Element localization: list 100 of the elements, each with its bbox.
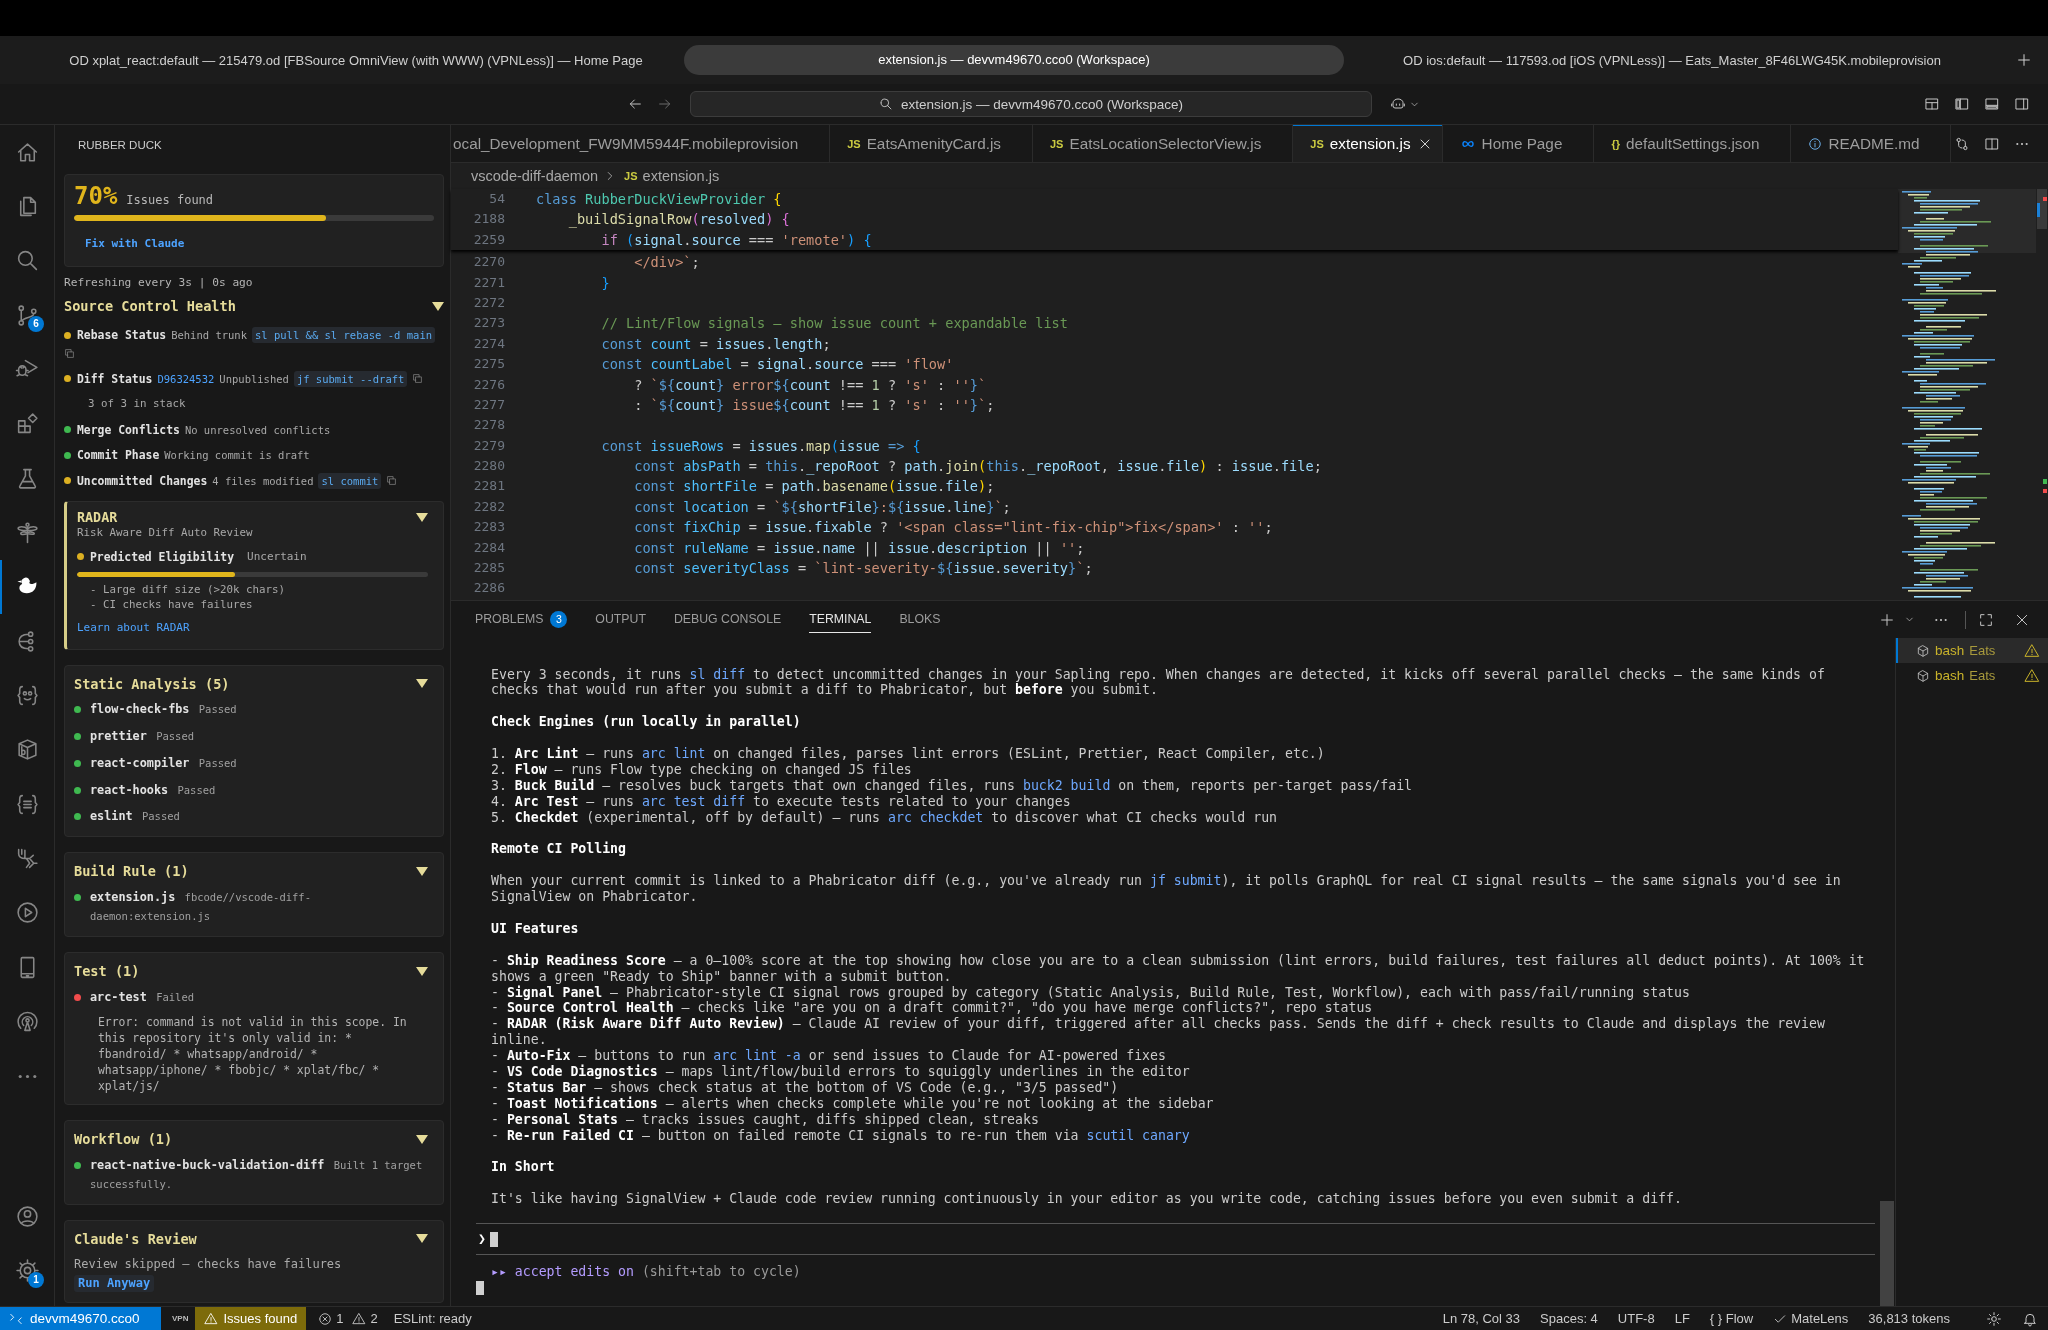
- panel-tab[interactable]: PROBLEMS 3: [475, 606, 568, 633]
- line-number: 2271: [472, 273, 505, 292]
- copy-icon[interactable]: [64, 347, 75, 359]
- account-icon[interactable]: [14, 1204, 40, 1229]
- secondary-sidebar-icon[interactable]: [2014, 96, 2030, 112]
- check-detail: Behind trunk: [171, 328, 247, 343]
- diff-link[interactable]: D96324532: [157, 369, 215, 388]
- line-ending-setting[interactable]: LF: [1674, 1311, 1690, 1326]
- line-number: 2274: [472, 334, 505, 353]
- editor-tab[interactable]: README.md: [1791, 125, 1952, 162]
- browser-tab[interactable]: OD ios:default — 117593.od [iOS (VPNLess)] — Eats_Master_8F46LWG45K.mobileprovision: [1344, 52, 2000, 68]
- line-number: 2272: [472, 293, 505, 312]
- layout-icon[interactable]: [1924, 96, 1940, 112]
- panel-tab[interactable]: OUTPUT: [595, 606, 646, 633]
- terminal-text: When your current commit is linked to a Phabricator diff (e.g., you've already run jf submit), it polls GraphQL for real CI signal results — the same signals you'd see in SignalView on Phabricator.: [491, 873, 1842, 906]
- plus-icon[interactable]: [2016, 52, 2032, 68]
- command-center[interactable]: extension.js — devvm49670.cco0 (Workspace): [690, 91, 1372, 117]
- split-editor-icon[interactable]: [1984, 135, 2000, 152]
- command-chip: sl pull && sl rebase -d main: [252, 327, 436, 343]
- copy-icon[interactable]: [386, 475, 398, 486]
- text-cursor: [489, 1231, 498, 1247]
- code-line: const countLabel = signal.source === 'flow': [600, 355, 954, 375]
- check-label: Diff Status: [77, 370, 153, 388]
- editor-tab[interactable]: {} defaultSettings.json: [1594, 125, 1792, 162]
- panel-tab[interactable]: DEBUG CONSOLE: [673, 606, 782, 633]
- check-label: Uncommitted Changes: [77, 472, 208, 490]
- line-number: 2259: [472, 230, 505, 249]
- line-number: 2283: [472, 518, 505, 537]
- caret-icon[interactable]: [416, 1134, 428, 1144]
- info-icon: [1808, 136, 1823, 151]
- file-type-label: JS: [624, 170, 638, 182]
- encoding-setting[interactable]: UTF-8: [1617, 1311, 1655, 1326]
- caret-icon[interactable]: [416, 867, 428, 876]
- signal-text: react-hooks Passed: [90, 781, 216, 799]
- cursor-position[interactable]: Ln 78, Col 33: [1442, 1311, 1520, 1326]
- linter-status[interactable]: ESLint: ready: [393, 1311, 472, 1326]
- editor-tab[interactable]: Home Page: [1442, 125, 1595, 162]
- sun-icon[interactable]: [1986, 1310, 2002, 1327]
- breadcrumb-file[interactable]: extension.js: [642, 168, 720, 184]
- panel-tab[interactable]: TERMINAL: [809, 606, 872, 633]
- back-arrow-icon[interactable]: [627, 96, 643, 112]
- sidebar-toggle-icon[interactable]: [1954, 96, 1970, 112]
- signal-text: extension.js fbcode//vscode-diff-daemon:extension.js: [90, 889, 312, 925]
- browser-tab[interactable]: extension.js — devvm49670.cco0 (Workspace): [684, 45, 1344, 75]
- editor-tab[interactable]: ocal_Development_FW9MM5944F.mobileprovision: [451, 125, 831, 162]
- remote-indicator[interactable]: devvm49670.cco0: [0, 1307, 161, 1330]
- line-number: 2277: [472, 395, 505, 414]
- caret-icon[interactable]: [416, 1234, 428, 1244]
- line-number: 2270: [472, 253, 505, 272]
- terminal-list-item: 4. Arc Test — runs arc test diff to execute tests related to your changes: [491, 793, 1072, 810]
- learn-more-link[interactable]: Learn about RADAR: [77, 620, 190, 634]
- issues-button[interactable]: Issues found: [195, 1307, 307, 1330]
- browser-tab[interactable]: OD xplat_react:default — 215479.od [FBSource OmniView (with WWW) (VPNLess)] — Home Page: [28, 52, 684, 68]
- line-number: 2276: [472, 375, 505, 394]
- signal-text: react-compiler Passed: [90, 754, 237, 772]
- check-label: Merge Conflicts: [77, 421, 180, 439]
- code-line: ? `${count} error${count !== 1 ? 's' : ''}`: [633, 375, 987, 395]
- terminal-session[interactable]: bash Eats: [1896, 663, 2048, 688]
- stack-note: 3 of 3 in stack: [88, 396, 187, 412]
- caret-icon[interactable]: [432, 301, 444, 311]
- copy-icon[interactable]: [412, 373, 424, 384]
- compare-icon[interactable]: [1954, 135, 1970, 152]
- panel-toggle-icon[interactable]: [1984, 96, 2000, 112]
- caret-icon[interactable]: [416, 513, 428, 522]
- terminal-heading: In Short: [491, 1159, 556, 1176]
- panel-tab[interactable]: BLOKS: [899, 606, 941, 633]
- code-minimap[interactable]: [1898, 189, 2036, 600]
- plus-icon[interactable]: [1879, 611, 1895, 628]
- run-anyway-button[interactable]: Run Anyway: [74, 1274, 155, 1292]
- caret-icon[interactable]: [416, 679, 428, 688]
- fix-button[interactable]: Fix with Claude: [85, 233, 185, 253]
- code-line: }: [600, 273, 610, 293]
- line-number: 2281: [472, 477, 505, 496]
- check-label: Commit Phase: [77, 447, 160, 464]
- scrollbar-thumb[interactable]: [1880, 1201, 1894, 1306]
- indentation-setting[interactable]: Spaces: 4: [1540, 1311, 1598, 1326]
- warning-icon: [204, 1311, 219, 1326]
- terminal-session[interactable]: bash Eats: [1896, 638, 2048, 663]
- breadcrumb-folder[interactable]: vscode-diff-daemon: [471, 168, 599, 184]
- dragonfly-icon[interactable]: [14, 520, 40, 546]
- language-mode[interactable]: { } Flow: [1709, 1311, 1754, 1326]
- editor-tab[interactable]: JS extension.js: [1293, 125, 1443, 162]
- command-chip: jf submit --draft: [293, 370, 408, 387]
- problems-button[interactable]: 1 2: [318, 1311, 378, 1326]
- prompt-input[interactable]: ❯: [476, 1223, 1875, 1256]
- reviewer-status[interactable]: MateLens: [1773, 1311, 1849, 1326]
- code-line: class RubberDuckViewProvider {: [536, 190, 782, 209]
- refresh-status: Refreshing every 3s | 0s ago: [64, 275, 254, 291]
- caret-icon[interactable]: [416, 966, 428, 976]
- terminal-list-item: - Source Control Health — checks like "are you on a draft commit?", "do you have merge conflicts?", repo status: [491, 1000, 1374, 1016]
- group-title: Build Rule (1): [74, 863, 189, 880]
- robot-head-icon[interactable]: [1390, 96, 1406, 112]
- warning-icon: [352, 1311, 367, 1326]
- settings-icon[interactable]: [14, 1258, 40, 1284]
- mode-status: ▸▸ accept edits on (shift+tab to cycle): [491, 1264, 802, 1281]
- code-line: const severityClass = `lint-severity-${issue.severity}`;: [633, 559, 1093, 579]
- editor-tab[interactable]: JS EatsAmenityCard.js: [830, 125, 1033, 162]
- maximize-icon[interactable]: [1978, 611, 1994, 628]
- terminal-list-item: - Re-run Failed CI — button on failed remote CI signals to re-run them via scutil canary: [491, 1127, 1191, 1144]
- token-count[interactable]: 36,813 tokens: [1868, 1311, 1950, 1326]
